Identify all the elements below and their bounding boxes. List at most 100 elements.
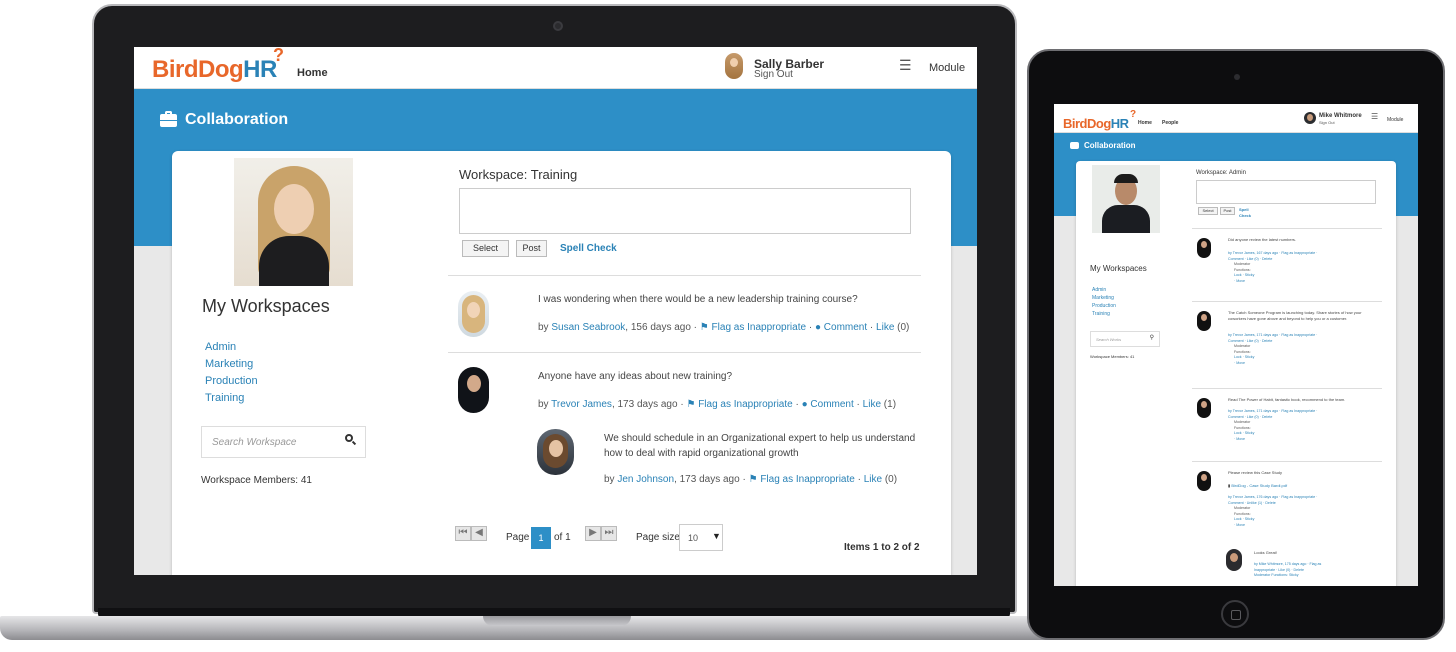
logo-birddog: BirdDog [1063, 116, 1111, 131]
workspace-search-input[interactable]: Search Works ⚲ [1090, 331, 1160, 347]
sign-out-link[interactable]: Sign Out [1319, 120, 1335, 125]
workspace-link-production[interactable]: Production [205, 373, 258, 390]
page-label: Page [506, 532, 530, 543]
move-link[interactable]: · Move [1228, 523, 1378, 529]
post-text: Anyone have any ideas about new training… [538, 371, 733, 382]
like-link[interactable]: Like [876, 322, 894, 333]
attachment-link[interactable]: ▮ BirdDog - Case Study Bardi.pdf [1228, 483, 1378, 488]
next-page-icon[interactable]: ▶ [585, 526, 601, 541]
content-card: My Workspaces Admin Marketing Production… [1076, 161, 1396, 586]
prev-page-icon[interactable]: ◀ [471, 526, 487, 541]
move-link[interactable]: · Move [1228, 437, 1378, 443]
workspace-list: Admin Marketing Production Training [1092, 286, 1116, 318]
moderator-functions[interactable]: Moderator Functions: Sticky [1254, 573, 1382, 579]
divider [1192, 228, 1382, 229]
search-placeholder: Search Works [1096, 337, 1122, 342]
separator: · [854, 474, 864, 485]
like-link[interactable]: Like [863, 399, 881, 410]
module-menu[interactable]: Module [929, 62, 965, 74]
first-page-icon[interactable]: ⏮ [455, 526, 471, 541]
user-avatar[interactable] [725, 53, 743, 79]
by-label: by [538, 399, 552, 410]
move-link[interactable]: · Move [1228, 279, 1378, 285]
page-title-text: Collaboration [185, 111, 289, 128]
separator: · [853, 399, 863, 410]
workspace-link-training[interactable]: Training [205, 390, 258, 407]
move-link[interactable]: · Move [1228, 361, 1378, 367]
module-menu[interactable]: Module [1387, 117, 1403, 123]
content-card: My Workspaces Admin Marketing Production… [172, 151, 951, 575]
post-text: I was wondering when there would be a ne… [538, 294, 858, 305]
hamburger-menu-icon[interactable]: ☰ [1371, 112, 1378, 121]
post-age: , 156 days ago · [625, 322, 700, 333]
workspace-link-admin[interactable]: Admin [1092, 286, 1116, 294]
nav-home[interactable]: Home [1138, 120, 1152, 126]
page-title: Collaboration [1070, 141, 1136, 150]
like-link[interactable]: Like [864, 474, 882, 485]
last-page-icon[interactable]: ⏭ [601, 526, 617, 541]
logo[interactable]: BirdDogHR ? [1063, 109, 1136, 131]
post-textarea[interactable] [459, 188, 911, 234]
like-count: (1) [881, 399, 897, 410]
logo-hr: HR [1110, 116, 1129, 131]
flag-link[interactable]: Flag as Inappropriate [712, 322, 807, 333]
select-button[interactable]: Select [1198, 207, 1218, 215]
post-button[interactable]: Post [1220, 207, 1235, 215]
workspace-link-admin[interactable]: Admin [205, 339, 258, 356]
workspace-link-marketing[interactable]: Marketing [1092, 294, 1116, 302]
author-link[interactable]: Susan Seabrook [551, 322, 625, 333]
flag-link[interactable]: Flag as Inappropriate [698, 399, 793, 410]
post-text: Read The Power of Habit, fantastic book,… [1228, 397, 1346, 402]
post-meta: by Trevor James, 176 days ago · Flag as … [1228, 495, 1378, 528]
post-textarea[interactable] [1196, 180, 1376, 204]
workspace-search-input[interactable]: Search Workspace [201, 426, 366, 458]
flag-link[interactable]: Flag as Inappropriate [760, 474, 855, 485]
separator: · [867, 322, 877, 333]
workspace-list: Admin Marketing Production Training [205, 339, 258, 407]
search-icon[interactable] [345, 434, 357, 446]
page-size-select[interactable]: 10 ▼ [679, 524, 723, 551]
post-meta: by Trevor James, 171 days ago · Flag as … [1228, 333, 1378, 366]
my-workspaces-heading: My Workspaces [202, 296, 330, 316]
comment-link[interactable]: Comment [810, 399, 853, 410]
comment-link[interactable]: Comment [824, 322, 867, 333]
workspace-members-count: Workspace Members: 41 [201, 475, 312, 486]
search-placeholder: Search Workspace [212, 437, 297, 448]
author-link[interactable]: Trevor James [551, 399, 612, 410]
workspace-link-training[interactable]: Training [1092, 310, 1116, 318]
spell-check-link[interactable]: Spell Check [1239, 207, 1251, 219]
user-name[interactable]: Mike Whitmore [1319, 113, 1362, 119]
page-title: Collaboration [160, 110, 289, 129]
workspace-link-marketing[interactable]: Marketing [205, 356, 258, 373]
check-text: Check [1239, 213, 1252, 218]
select-button[interactable]: Select [462, 240, 509, 257]
post-text: The Catch Someone Program is launching t… [1228, 310, 1362, 321]
workspace-link-production[interactable]: Production [1092, 302, 1116, 310]
sign-out-link[interactable]: Sign Out [754, 69, 793, 80]
hamburger-menu-icon[interactable]: ☰ [899, 57, 912, 74]
current-page-button[interactable]: 1 [531, 527, 551, 549]
reply: Looks Great! by Mike Whitmore, 175 days … [1226, 547, 1386, 586]
search-icon[interactable]: ⚲ [1150, 334, 1154, 341]
post-meta: by Trevor James, 167 days ago · Flag as … [1228, 251, 1378, 284]
attachment-name: BirdDog - Case Study Bardi.pdf [1231, 483, 1288, 488]
page-of-label: of 1 [554, 532, 571, 543]
chevron-down-icon: ▼ [712, 531, 721, 541]
logo-question-mark-icon: ? [1130, 109, 1136, 120]
post-text: Did anyone review the latest numbers. [1228, 237, 1297, 242]
spell-check-link[interactable]: Spell Check [560, 243, 617, 254]
post-button[interactable]: Post [516, 240, 547, 257]
nav-home[interactable]: Home [297, 67, 328, 79]
flag-icon: ⚑ [699, 322, 712, 333]
logo[interactable]: BirdDogHR ? [152, 47, 284, 84]
user-avatar[interactable] [1304, 112, 1316, 124]
post-text: Please review this Case Study [1228, 470, 1283, 475]
page-size-value: 10 [688, 533, 699, 543]
post-meta: by Trevor James, 173 days ago · ⚑ Flag a… [538, 399, 896, 410]
author-link[interactable]: Jen Johnson [617, 474, 674, 485]
workspace-title: Workspace: Admin [1196, 170, 1246, 176]
nav-people[interactable]: People [1162, 120, 1178, 126]
logo-birddog: BirdDog [152, 56, 244, 83]
my-workspaces-heading: My Workspaces [1090, 264, 1147, 273]
post: Read The Power of Habit, fantastic book,… [1192, 393, 1382, 468]
